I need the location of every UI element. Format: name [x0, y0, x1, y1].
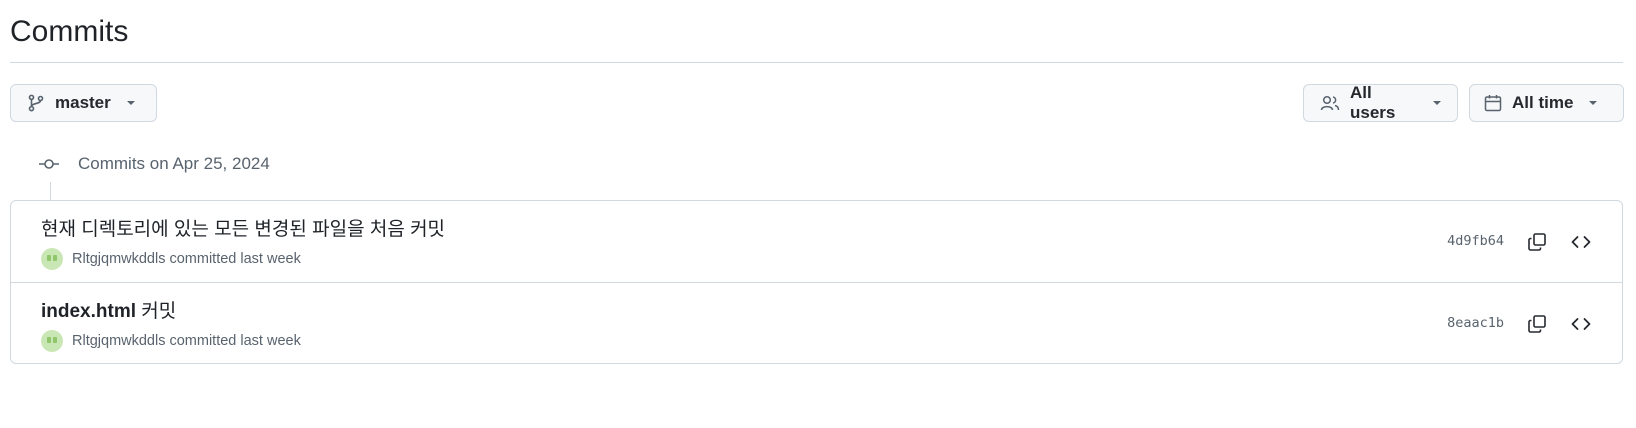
copy-icon — [1528, 233, 1546, 251]
time-filter-label: All time — [1512, 93, 1574, 112]
timeline-line — [50, 182, 51, 200]
avatar[interactable] — [41, 248, 63, 270]
commit-author-link[interactable]: Rltgjqmwkddls — [72, 333, 165, 349]
commit-title-link[interactable]: 현재 디렉토리에 있는 모든 변경된 파일을 처음 커밋 — [41, 214, 445, 241]
people-icon — [1320, 95, 1340, 111]
git-commit-icon — [39, 159, 59, 169]
commit-sha-link[interactable]: 8eaac1b — [1447, 315, 1504, 331]
commit-row: 현재 디렉토리에 있는 모든 변경된 파일을 처음 커밋 Rltgjqmwkdd… — [11, 201, 1622, 283]
commit-day-label: Commits on Apr 25, 2024 — [78, 154, 270, 173]
copy-icon — [1528, 315, 1546, 333]
code-icon — [1571, 236, 1591, 248]
commit-sha-link[interactable]: 4d9fb64 — [1447, 233, 1504, 249]
commit-title-link[interactable]: index.html 커밋 — [41, 296, 176, 323]
time-filter-button[interactable]: All time — [1469, 84, 1624, 122]
chevron-down-icon — [1433, 101, 1441, 105]
commit-action: committed — [169, 333, 237, 349]
commit-title-text: 커밋 — [136, 301, 177, 322]
users-filter-label: All users — [1350, 83, 1396, 122]
users-filter-button[interactable]: All users — [1303, 83, 1458, 122]
commit-row: index.html 커밋 Rltgjqmwkddls committed la… — [11, 282, 1622, 363]
commit-author-link[interactable]: Rltgjqmwkddls — [72, 251, 165, 267]
commit-time: last week — [240, 333, 301, 349]
chevron-down-icon — [1589, 101, 1598, 105]
browse-repo-button[interactable] — [1564, 225, 1598, 259]
copy-sha-button[interactable] — [1520, 307, 1554, 341]
copy-sha-button[interactable] — [1520, 225, 1554, 259]
git-branch-icon — [28, 94, 44, 112]
commit-time: last week — [240, 251, 301, 267]
calendar-icon — [1484, 95, 1502, 112]
branch-label: master — [55, 93, 111, 112]
title-divider — [10, 62, 1623, 63]
commit-title-code: index.html — [41, 301, 137, 322]
chevron-down-icon — [126, 101, 135, 105]
commit-action: committed — [169, 251, 237, 267]
commit-meta: Rltgjqmwkddls committed last week — [41, 330, 301, 352]
code-icon — [1571, 318, 1591, 330]
avatar[interactable] — [41, 330, 63, 352]
browse-repo-button[interactable] — [1564, 307, 1598, 341]
branch-select-button[interactable]: master — [10, 84, 157, 122]
page-title: Commits — [10, 15, 129, 48]
commit-title-text: 현재 디렉토리에 있는 모든 변경된 파일을 처음 커밋 — [41, 219, 446, 240]
commit-meta: Rltgjqmwkddls committed last week — [41, 248, 301, 270]
commit-list: 현재 디렉토리에 있는 모든 변경된 파일을 처음 커밋 Rltgjqmwkdd… — [10, 200, 1623, 364]
commit-day-header: Commits on Apr 25, 2024 — [38, 150, 270, 178]
